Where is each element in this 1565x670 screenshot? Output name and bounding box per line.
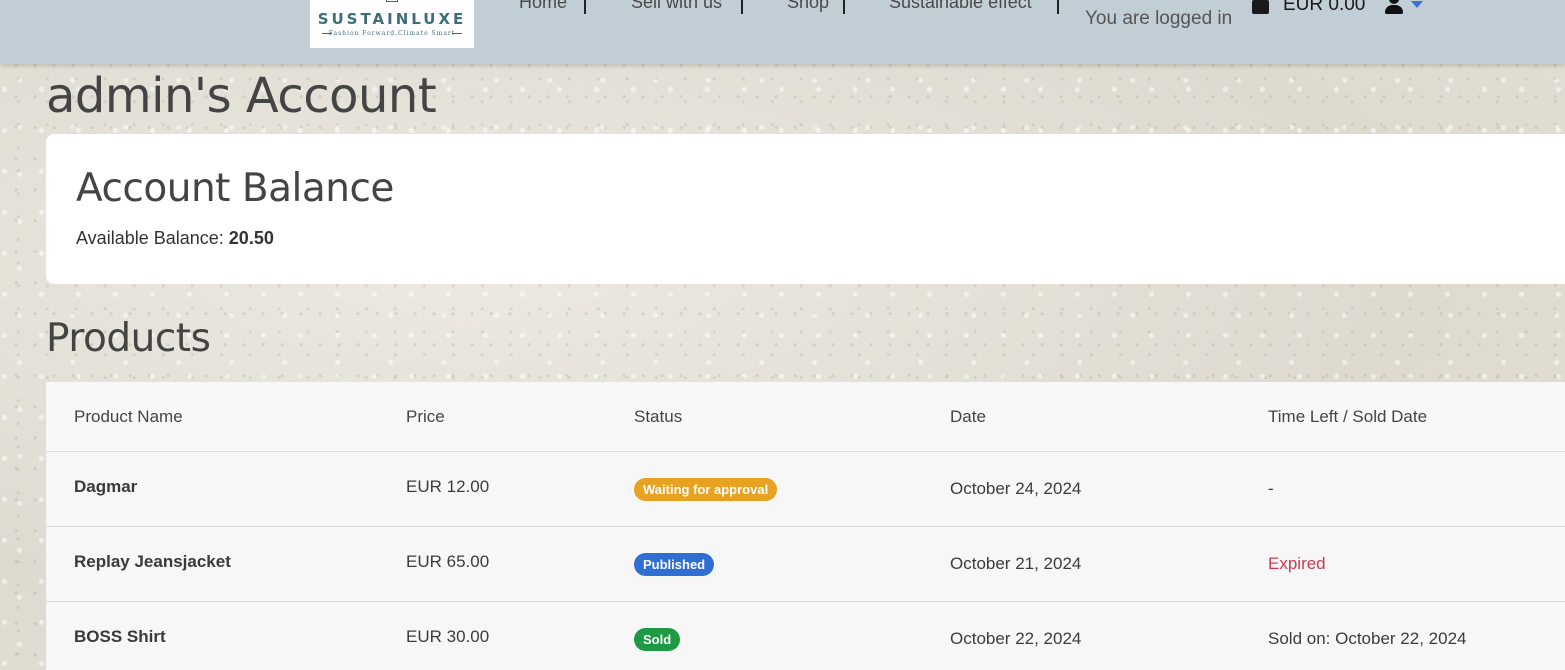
user-icon-body bbox=[1385, 5, 1403, 14]
column-header-status: Status bbox=[634, 407, 683, 426]
product-name[interactable]: Dagmar bbox=[74, 477, 137, 497]
column-header-date: Date bbox=[950, 407, 986, 426]
cart-total[interactable]: EUR 0.00 bbox=[1283, 0, 1365, 16]
product-time-left: Expired bbox=[1268, 554, 1326, 573]
brand-name: SUSTAINLUXE bbox=[317, 10, 467, 28]
login-status: You are logged in bbox=[1085, 8, 1233, 29]
product-price: EUR 65.00 bbox=[406, 552, 490, 571]
column-header-price: Price bbox=[406, 407, 445, 426]
logo-divider bbox=[452, 33, 462, 34]
table-row[interactable]: Dagmar EUR 12.00 Waiting for approval Oc… bbox=[46, 452, 1565, 527]
table-header-row: Product Name Price Status Date Time Left… bbox=[46, 382, 1565, 452]
user-icon[interactable] bbox=[1384, 0, 1404, 16]
nav-link-home[interactable]: Home bbox=[519, 0, 567, 13]
product-price: EUR 12.00 bbox=[406, 477, 490, 496]
caret-down-icon[interactable] bbox=[1411, 1, 1423, 8]
product-date: October 24, 2024 bbox=[950, 479, 1082, 498]
balance-label: Available Balance: bbox=[76, 228, 224, 248]
nav-link-shop[interactable]: Shop bbox=[787, 0, 829, 13]
shopping-bag-icon[interactable] bbox=[1252, 0, 1269, 14]
products-title: Products bbox=[46, 316, 211, 361]
top-navbar: SUSTAINLUXE Fashion Forward.Climate Smar… bbox=[0, 0, 1565, 64]
nav-link-sustainable-effect[interactable]: Sustainable effect bbox=[889, 0, 1032, 13]
brand-logo[interactable]: SUSTAINLUXE Fashion Forward.Climate Smar… bbox=[310, 0, 474, 48]
status-badge: Waiting for approval bbox=[634, 478, 778, 501]
table-row[interactable]: Replay Jeansjacket EUR 65.00 Published O… bbox=[46, 527, 1565, 602]
product-date: October 21, 2024 bbox=[950, 554, 1082, 573]
column-header-time-left: Time Left / Sold Date bbox=[1268, 407, 1428, 426]
product-time-left: Sold on: October 22, 2024 bbox=[1268, 629, 1467, 648]
account-balance-card: Account Balance Available Balance: 20.50 bbox=[46, 134, 1565, 284]
product-name[interactable]: BOSS Shirt bbox=[74, 627, 166, 647]
nav-separator bbox=[843, 0, 845, 14]
logo-mark-icon bbox=[386, 0, 398, 2]
status-badge: Sold bbox=[634, 628, 681, 651]
product-date: October 22, 2024 bbox=[950, 629, 1082, 648]
nav-link-sell-with-us[interactable]: Sell with us bbox=[631, 0, 722, 13]
nav-separator bbox=[1057, 0, 1059, 14]
nav-separator bbox=[584, 0, 586, 14]
product-time-left: - bbox=[1268, 479, 1274, 498]
status-badge: Published bbox=[634, 553, 715, 576]
available-balance: Available Balance: 20.50 bbox=[76, 228, 274, 249]
product-name[interactable]: Replay Jeansjacket bbox=[74, 552, 231, 572]
user-icon-head bbox=[1389, 0, 1399, 4]
balance-amount: 20.50 bbox=[228, 228, 274, 248]
table-row[interactable]: BOSS Shirt EUR 30.00 Sold October 22, 20… bbox=[46, 602, 1565, 670]
nav-separator bbox=[741, 0, 743, 14]
products-table: Product Name Price Status Date Time Left… bbox=[46, 382, 1565, 670]
product-price: EUR 30.00 bbox=[406, 627, 490, 646]
balance-title: Account Balance bbox=[76, 166, 394, 211]
page-title: admin's Account bbox=[46, 68, 437, 124]
brand-tagline: Fashion Forward.Climate Smart bbox=[328, 30, 456, 37]
column-header-product-name: Product Name bbox=[74, 407, 183, 426]
